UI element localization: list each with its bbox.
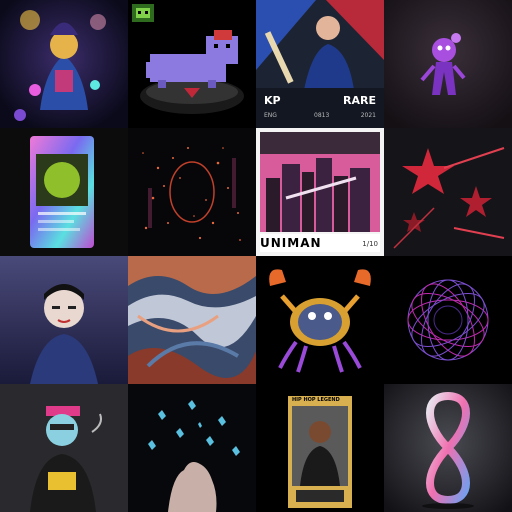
gallery-tile-alien-figure[interactable] — [384, 0, 512, 128]
gallery-tile-infinity[interactable] — [384, 384, 512, 512]
gallery-tile-music-card[interactable]: HIP HOP LEGEND — [256, 384, 384, 512]
infinity-art — [384, 384, 512, 512]
spiro-torus-art — [384, 256, 512, 384]
gallery-tile-cartoon-character[interactable] — [0, 384, 128, 512]
fantasy-character-art — [0, 0, 128, 128]
gallery-tile-abstract-texture[interactable] — [128, 256, 256, 384]
pixel-creature-art — [128, 0, 256, 128]
card-year: 2021 — [360, 112, 376, 119]
card-number: 0813 — [314, 112, 330, 119]
gallery-tile-comic-cover[interactable]: UNIMAN 1/10 — [256, 128, 384, 256]
music-card-title: HIP HOP LEGEND — [292, 397, 340, 403]
comic-issue: 1/10 — [362, 240, 378, 248]
comic-title: UNIMAN — [260, 236, 322, 250]
gallery-tile-fantasy-character[interactable] — [0, 0, 128, 128]
gallery-tile-holo-card[interactable] — [0, 128, 128, 256]
alien-icon — [132, 4, 154, 22]
gallery-tile-spiro-torus[interactable] — [384, 256, 512, 384]
cricket-player-art — [256, 0, 384, 128]
gallery-tile-portrait[interactable] — [0, 256, 128, 384]
crystal-hand-art — [128, 384, 256, 512]
card-initials: KP — [264, 94, 281, 107]
cartoon-character-art — [0, 384, 128, 512]
gallery-tile-red-stars[interactable] — [384, 128, 512, 256]
abstract-texture-art — [128, 256, 256, 384]
card-rarity: RARE — [343, 94, 376, 107]
robot-crab-art — [256, 256, 384, 384]
gallery-tile-robot-crab[interactable] — [256, 256, 384, 384]
red-stars-art — [384, 128, 512, 256]
gallery-tile-particle-burst[interactable] — [128, 128, 256, 256]
gallery-tile-crystal-hand[interactable] — [128, 384, 256, 512]
gallery-tile-cricket-card[interactable]: KP RARE ENG 0813 2021 — [256, 0, 384, 128]
gallery-tile-pixel-creature[interactable] — [128, 0, 256, 128]
holo-card-art — [0, 128, 128, 256]
card-country: ENG — [264, 112, 277, 119]
nft-gallery-grid: KP RARE ENG 0813 2021 UNIMAN 1/10 HIP HO… — [0, 0, 512, 512]
particle-burst-art — [128, 128, 256, 256]
portrait-art — [0, 256, 128, 384]
music-card-art — [256, 384, 384, 512]
alien-figure-art — [384, 0, 512, 128]
